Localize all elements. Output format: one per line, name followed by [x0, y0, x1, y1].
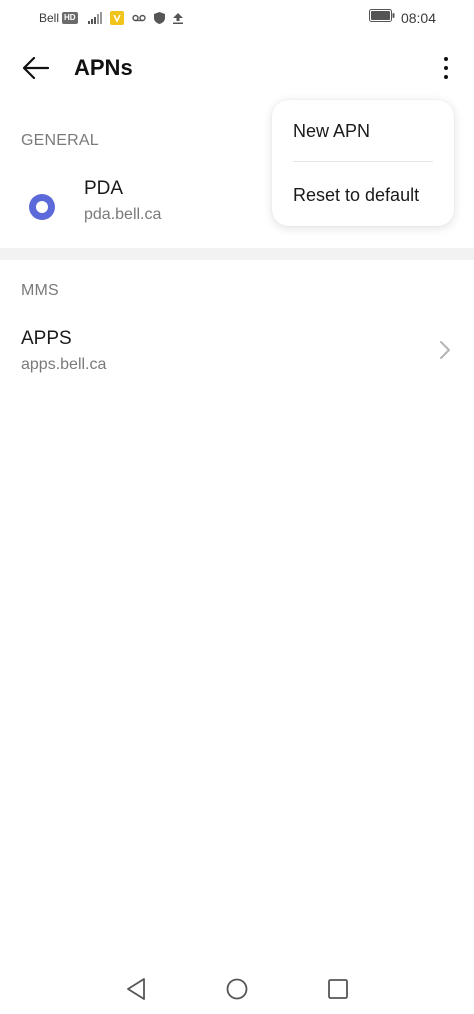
app-bar: APNs [0, 36, 474, 100]
nav-recents-button[interactable] [328, 979, 348, 1004]
hd-badge: HD [62, 12, 78, 24]
page-title: APNs [74, 55, 133, 80]
menu-divider [293, 161, 433, 162]
apn-name: PDA [84, 178, 124, 199]
status-bar-right: 08:04 [368, 9, 436, 27]
nav-home-icon [226, 978, 248, 1000]
more-options-button[interactable] [436, 50, 456, 86]
battery-icon [368, 9, 395, 27]
more-dot [444, 66, 448, 70]
nav-recents-icon [328, 979, 348, 999]
more-vertical-icon [444, 57, 448, 61]
section-header-mms: MMS [21, 282, 59, 299]
chevron-right-icon [440, 341, 450, 359]
shield-icon [153, 12, 165, 24]
arrow-left-icon [23, 57, 49, 79]
radio-inner [36, 201, 48, 213]
apn-name: APPS [21, 328, 72, 349]
wifi-calling-icon [109, 11, 124, 25]
upload-icon [172, 12, 183, 24]
menu-item-reset-to-default[interactable]: Reset to default [293, 185, 419, 206]
more-dot [444, 75, 448, 79]
apn-address: apps.bell.ca [21, 356, 107, 373]
menu-item-new-apn[interactable]: New APN [293, 121, 370, 142]
apn-item-apps[interactable]: APPS apps.bell.ca [0, 318, 474, 386]
status-time: 08:04 [400, 10, 436, 26]
radio-button-selected[interactable] [29, 194, 55, 220]
navigation-bar [0, 958, 474, 1014]
overflow-menu: New APN Reset to default [272, 100, 454, 226]
apn-address: pda.bell.ca [84, 206, 162, 223]
status-bar-left: Bell HD [39, 10, 191, 26]
section-divider [0, 248, 474, 260]
voicemail-icon [131, 14, 146, 22]
nav-back-button[interactable] [125, 977, 147, 1006]
carrier-name: Bell [39, 11, 60, 25]
status-bar: Bell HD 08:04 [0, 0, 474, 36]
section-header-general: GENERAL [21, 132, 99, 149]
signal-icon [87, 12, 102, 24]
back-button[interactable] [16, 50, 56, 86]
nav-back-icon [127, 978, 145, 1000]
nav-home-button[interactable] [226, 978, 248, 1005]
